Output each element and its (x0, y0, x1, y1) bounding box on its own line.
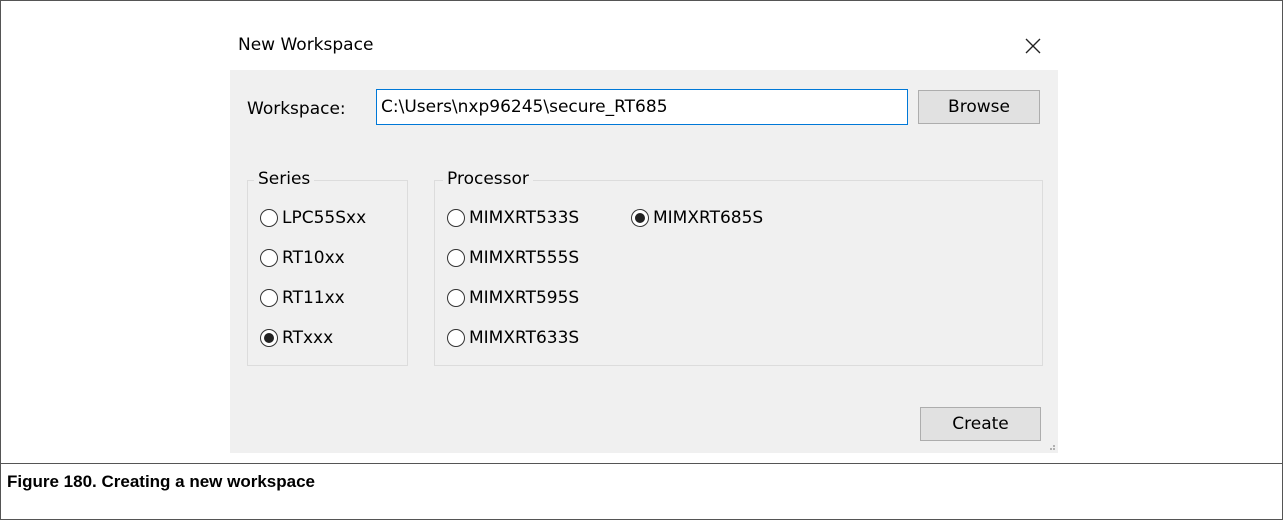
close-button[interactable] (1016, 29, 1050, 63)
processor-radio-mimxrt633s[interactable]: MIMXRT633S (447, 328, 579, 348)
radio-label: LPC55Sxx (282, 208, 367, 228)
radio-label: RTxxx (282, 328, 334, 348)
processor-radio-mimxrt555s[interactable]: MIMXRT555S (447, 248, 579, 268)
workspace-label: Workspace: (247, 99, 346, 119)
radio-label: MIMXRT595S (469, 288, 580, 308)
radio-button[interactable] (447, 209, 465, 227)
dialog-title: New Workspace (238, 35, 374, 55)
new-workspace-dialog: New Workspace Workspace: Browse Series L… (230, 25, 1058, 453)
radio-button[interactable] (447, 289, 465, 307)
radio-label: MIMXRT533S (469, 208, 580, 228)
radio-label: RT11xx (282, 288, 345, 308)
radio-selected-dot (264, 333, 274, 343)
series-group: Series LPC55Sxx RT10xx RT11xx RTxxx (247, 169, 408, 366)
radio-label: MIMXRT685S (653, 208, 764, 228)
radio-button[interactable] (447, 329, 465, 347)
radio-button-selected[interactable] (631, 209, 649, 227)
radio-button[interactable] (447, 249, 465, 267)
radio-button-selected[interactable] (260, 329, 278, 347)
processor-group: Processor MIMXRT533S MIMXRT685S MIMXRT55… (434, 169, 1043, 366)
dialog-body: Workspace: Browse Series LPC55Sxx RT10xx… (230, 70, 1058, 453)
workspace-path-input[interactable] (376, 89, 908, 125)
close-icon (1025, 38, 1041, 54)
series-radio-lpc55sxx[interactable]: LPC55Sxx (260, 208, 366, 228)
processor-radio-mimxrt595s[interactable]: MIMXRT595S (447, 288, 579, 308)
series-radio-rt11xx[interactable]: RT11xx (260, 288, 345, 308)
processor-radio-mimxrt533s[interactable]: MIMXRT533S (447, 208, 579, 228)
processor-radio-mimxrt685s[interactable]: MIMXRT685S (631, 208, 763, 228)
browse-button[interactable]: Browse (918, 90, 1040, 124)
series-radio-rtxxx[interactable]: RTxxx (260, 328, 333, 348)
create-button[interactable]: Create (920, 407, 1041, 441)
figure-caption: Figure 180. Creating a new workspace (7, 472, 316, 491)
caption-area: Figure 180. Creating a new workspace (1, 464, 1282, 519)
radio-button[interactable] (260, 289, 278, 307)
processor-legend: Processor (443, 169, 533, 189)
radio-label: RT10xx (282, 248, 345, 268)
radio-button[interactable] (260, 249, 278, 267)
series-radio-rt10xx[interactable]: RT10xx (260, 248, 345, 268)
dialog-titlebar: New Workspace (230, 25, 1058, 70)
radio-button[interactable] (260, 209, 278, 227)
radio-label: MIMXRT555S (469, 248, 580, 268)
radio-selected-dot (635, 213, 645, 223)
series-legend: Series (254, 169, 315, 189)
resize-grip-icon[interactable] (1046, 441, 1056, 451)
radio-label: MIMXRT633S (469, 328, 580, 348)
